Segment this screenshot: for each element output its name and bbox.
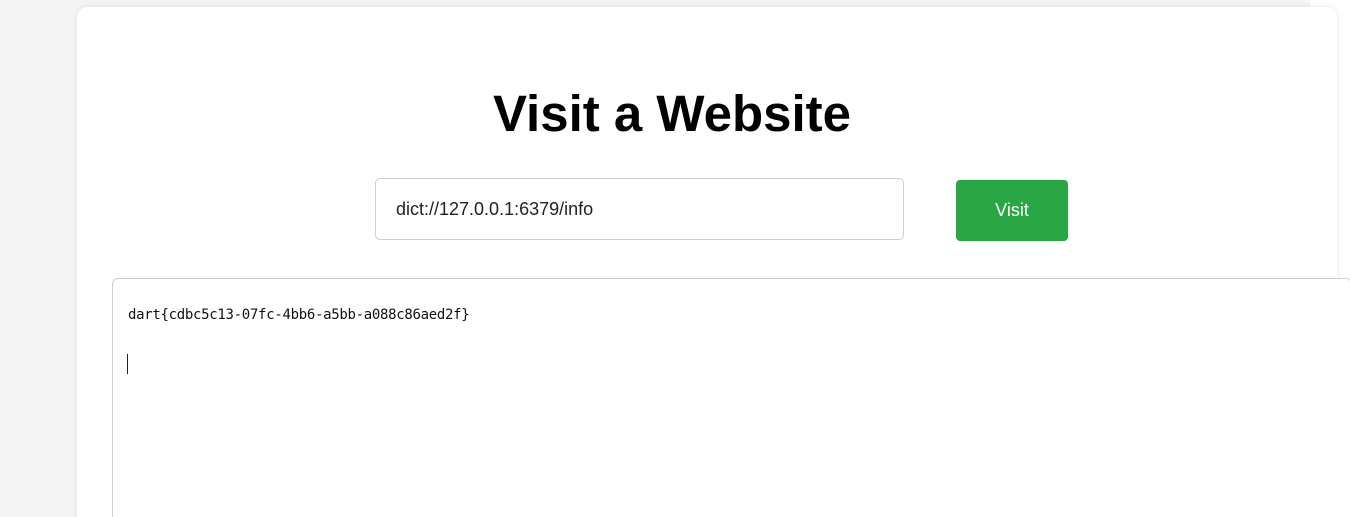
visit-button[interactable]: Visit xyxy=(956,180,1068,241)
page-title: Visit a Website xyxy=(492,85,852,142)
text-caret xyxy=(127,354,128,374)
response-output-area[interactable]: dart{cdbc5c13-07fc-4bb6-a5bb-a088c86aed2… xyxy=(112,278,1350,517)
page-viewport: Visit a Website Visit dart{cdbc5c13-07fc… xyxy=(0,0,1350,517)
response-text: dart{cdbc5c13-07fc-4bb6-a5bb-a088c86aed2… xyxy=(128,307,470,323)
url-input[interactable] xyxy=(375,178,904,240)
